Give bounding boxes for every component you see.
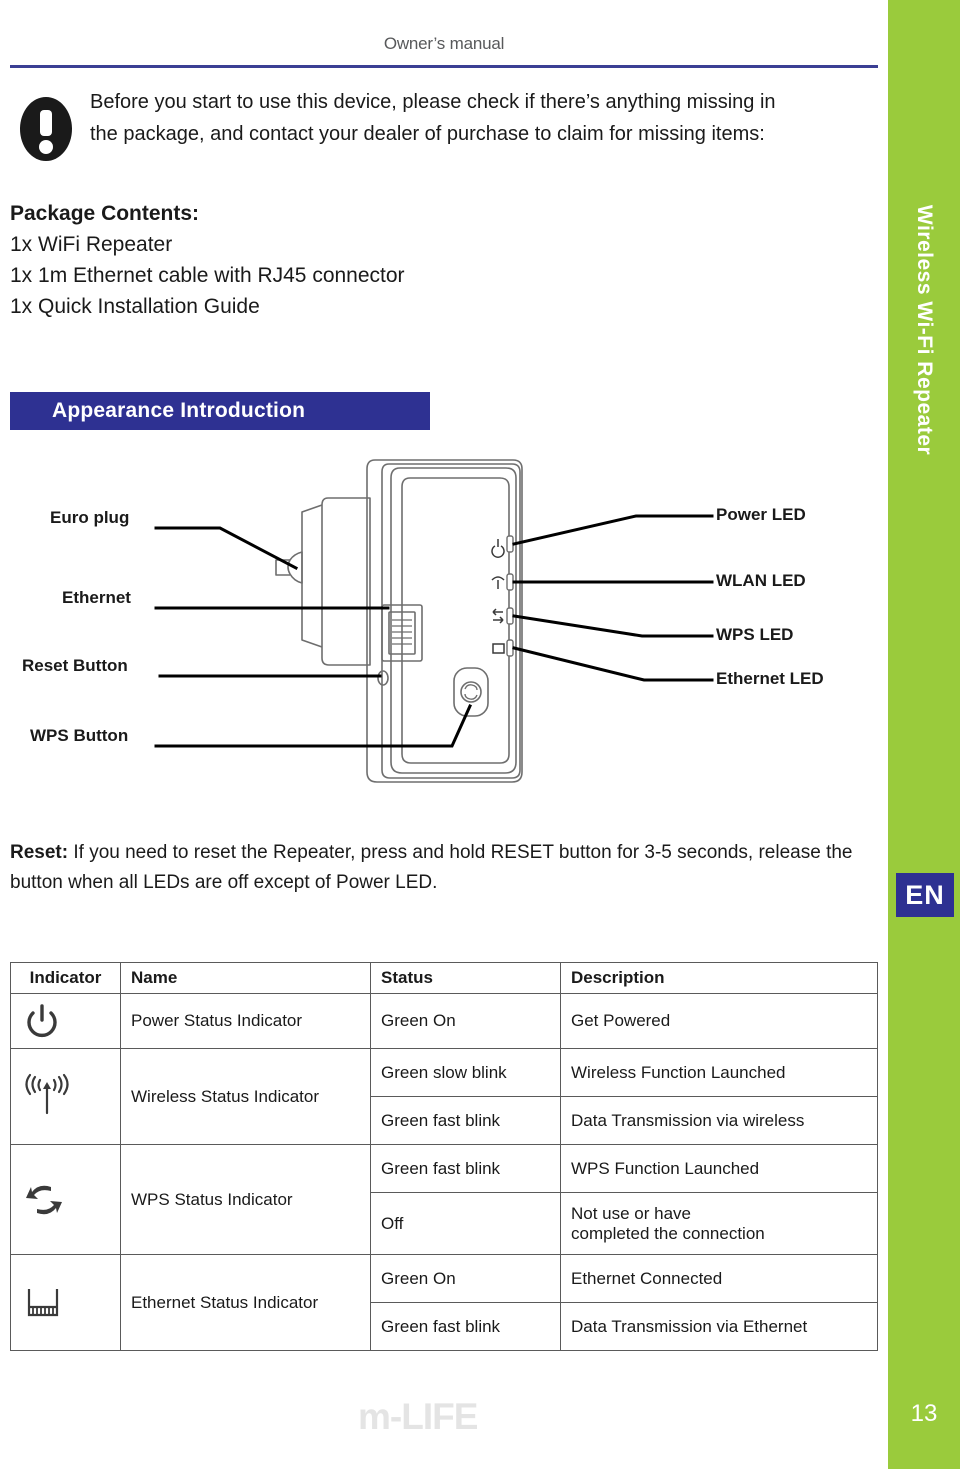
language-badge: EN [896,873,954,917]
indicator-name: WPS Status Indicator [120,1144,371,1255]
wireless-antenna-icon [10,1048,121,1145]
indicator-description: Wireless Function Launched [560,1048,878,1097]
notice-block: Before you start to use this device, ple… [12,86,872,166]
indicator-status: Green fast blink [370,1144,561,1193]
package-item: 1x WiFi Repeater [10,233,173,256]
table-header-row: Indicator Name Status Description [10,962,878,994]
indicator-description: Data Transmission via Ethernet [560,1302,878,1351]
section-heading-label: Appearance Introduction [52,399,306,422]
indicator-description: Ethernet Connected [560,1254,878,1303]
document-header-title: Owner’s manual [383,34,505,53]
notice-line-1: Before you start to use this device, ple… [90,91,776,113]
diagram-label-wps-led: WPS LED [716,625,794,644]
led-indicator-table: Indicator Name Status Description Power … [10,962,878,1351]
device-diagram: Euro plug Ethernet Reset Button WPS Butt… [0,450,888,820]
power-icon [10,993,121,1049]
diagram-label-euro-plug: Euro plug [50,508,130,527]
package-contents-block: Package Contents: 1x WiFi Repeater 1x 1m… [10,198,530,322]
exclamation-icon [12,92,72,166]
page-number: 13 [910,1400,938,1427]
package-item: 1x 1m Ethernet cable with RJ45 connector [10,264,405,287]
header-divider [10,65,878,68]
indicator-status: Green fast blink [370,1096,561,1145]
diagram-label-power-led: Power LED [716,505,806,524]
wps-arrows-icon [10,1144,121,1255]
description-line-1: Not use or have [571,1203,692,1223]
indicator-name: Power Status Indicator [120,993,371,1049]
diagram-label-ethernet: Ethernet [62,588,131,607]
diagram-label-wlan-led: WLAN LED [716,571,806,590]
diagram-label-reset-button: Reset Button [22,656,128,675]
indicator-status: Green On [370,993,561,1049]
indicator-description: Not use or have completed the connection [560,1192,878,1255]
column-header-description: Description [560,962,878,994]
section-heading-appearance: Appearance Introduction [10,392,430,430]
indicator-status: Green fast blink [370,1302,561,1351]
table-row: Wireless Status Indicator Green slow bli… [10,1048,878,1145]
column-header-indicator: Indicator [10,962,121,994]
table-row: Ethernet Status Indicator Green On Ether… [10,1254,878,1351]
indicator-status: Green slow blink [370,1048,561,1097]
column-header-status: Status [370,962,561,994]
table-row: WPS Status Indicator Green fast blink WP… [10,1144,878,1255]
indicator-name: Wireless Status Indicator [120,1048,371,1145]
diagram-label-wps-button: WPS Button [30,726,129,745]
ethernet-port-icon [10,1254,121,1351]
indicator-status: Green On [370,1254,561,1303]
sidebar-green-band [888,0,960,1469]
reset-instruction: Reset: If you need to reset the Repeater… [10,838,876,898]
reset-instruction-text: If you need to reset the Repeater, press… [10,842,853,893]
column-header-name: Name [120,962,371,994]
reset-instruction-label: Reset: [10,842,69,863]
indicator-description: Data Transmission via wireless [560,1096,878,1145]
indicator-description: Get Powered [560,993,878,1049]
notice-line-2: the package, and contact your dealer of … [90,123,765,145]
brand-logo: m-LIFE [358,1396,478,1437]
indicator-description: WPS Function Launched [560,1144,878,1193]
indicator-status: Off [370,1192,561,1255]
table-row: Power Status Indicator Green On Get Powe… [10,993,878,1049]
description-line-2: completed the connection [571,1223,765,1243]
diagram-label-ethernet-led: Ethernet LED [716,669,824,688]
notice-text: Before you start to use this device, ple… [72,86,776,150]
package-contents-title: Package Contents: [10,202,200,225]
indicator-name: Ethernet Status Indicator [120,1254,371,1351]
package-item: 1x Quick Installation Guide [10,295,260,318]
document-header: Owner’s manual [0,34,888,54]
